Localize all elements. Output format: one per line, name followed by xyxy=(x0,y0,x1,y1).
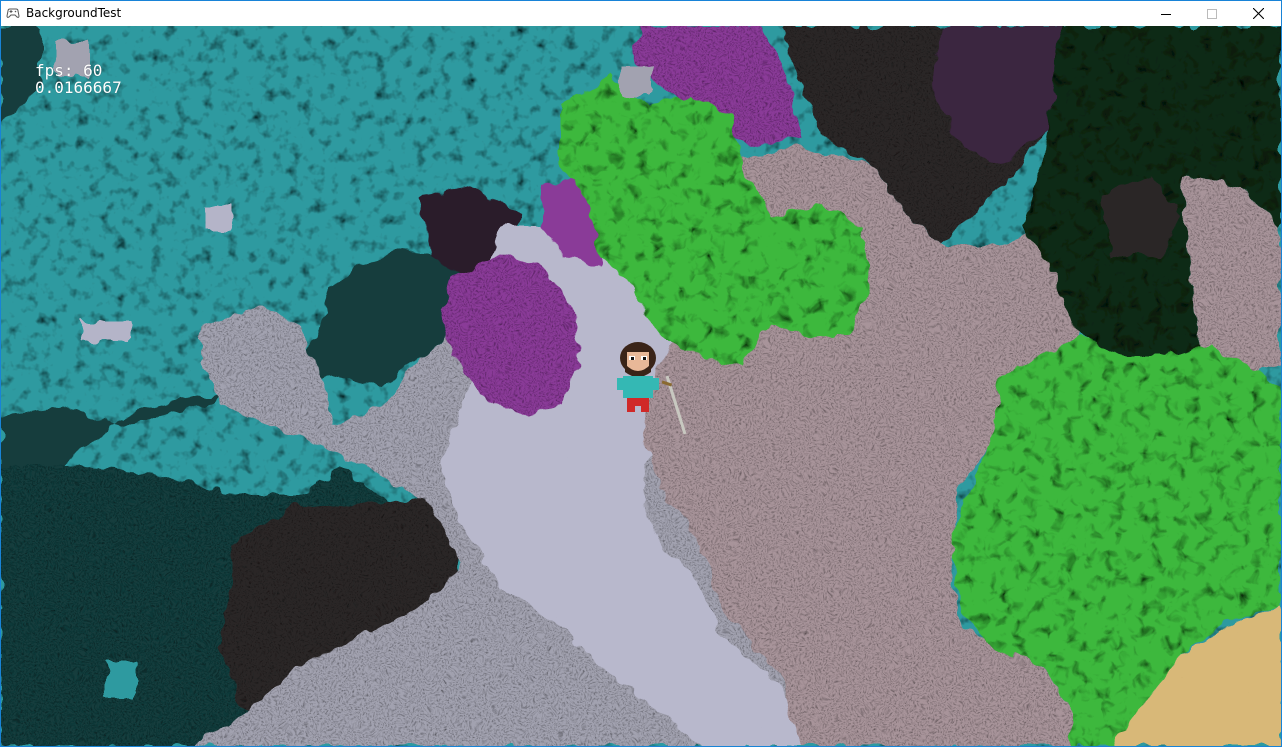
stone-patch xyxy=(621,66,651,96)
teal-patch xyxy=(106,661,136,696)
frame-time: 0.0166667 xyxy=(35,78,122,97)
minimize-icon xyxy=(1161,13,1171,15)
title-bar[interactable]: BackgroundTest xyxy=(1,1,1281,26)
window-title: BackgroundTest xyxy=(26,6,122,20)
fps-counter: fps: 60 xyxy=(35,61,103,80)
gamepad-icon xyxy=(6,8,20,18)
stone-patch xyxy=(206,206,231,231)
game-viewport[interactable]: fps: 60 0.0166667 xyxy=(1,26,1281,746)
maximize-button[interactable] xyxy=(1189,1,1235,26)
stone-patch xyxy=(81,321,131,341)
close-icon xyxy=(1252,8,1264,19)
terrain-map xyxy=(1,26,1281,746)
minimize-button[interactable] xyxy=(1143,1,1189,26)
close-button[interactable] xyxy=(1235,1,1281,26)
debug-overlay: fps: 60 0.0166667 xyxy=(35,62,122,96)
app-window: BackgroundTest fps: 60 0.0166667 xyxy=(0,0,1282,747)
maximize-icon xyxy=(1207,8,1217,19)
